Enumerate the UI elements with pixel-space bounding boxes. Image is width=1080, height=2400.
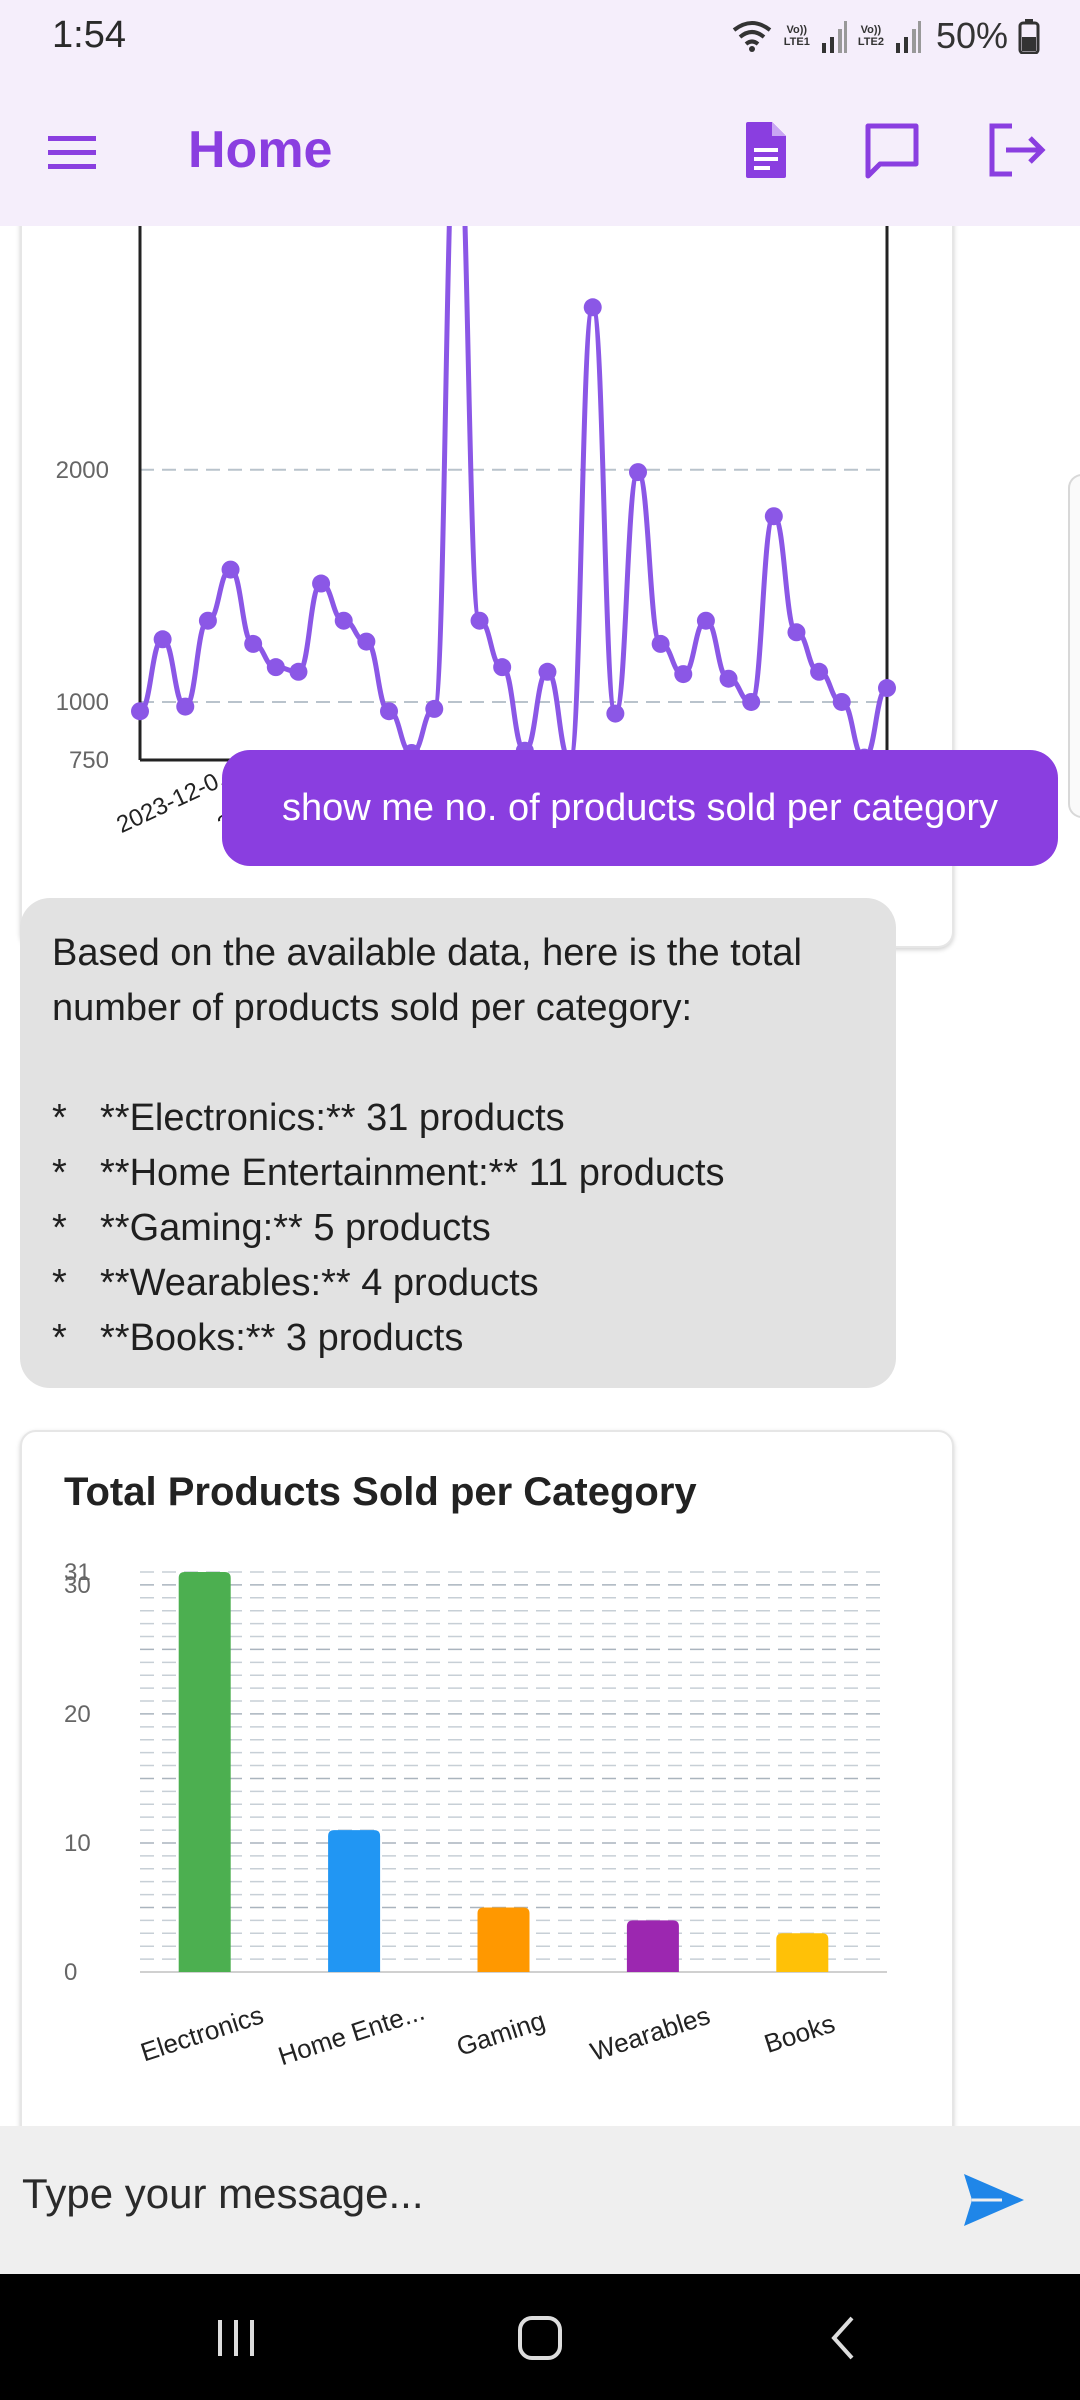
data-point [742,692,761,711]
data-point [538,662,557,681]
wifi-icon [732,21,772,52]
bullet-marker: * [52,1097,67,1139]
menu-icon[interactable] [44,124,100,180]
data-point [198,611,217,630]
battery-icon [1018,19,1040,54]
y-tick-label: 31 [64,1559,91,1586]
data-point [787,623,806,642]
user-message-bubble: show me no. of products sold per categor… [222,750,1058,866]
data-point [674,665,693,684]
bar [328,1830,381,1972]
y-tick-label: 10 [64,1830,91,1857]
data-point [131,702,149,721]
data-point [832,692,851,711]
bar [178,1572,231,1972]
data-point [606,704,625,723]
scroll-handle[interactable] [1068,474,1080,818]
bar-chart: 010203031Electronics Home Ente... Gaming We… [64,1559,887,2071]
x-tick-label: Books [761,2008,839,2059]
app-bar: Home [0,74,1080,226]
data-point [221,560,240,579]
status-icons: Vo)) LTE1 Vo)) LTE2 50% [730,15,1040,56]
list-item: * **Electronics:** 31 products [52,1091,872,1146]
data-point [719,669,738,688]
signal-1-icon [821,21,847,53]
data-point [244,634,263,653]
status-time: 1:54 [52,14,126,56]
data-point [629,463,647,482]
data-point [334,611,353,630]
bullet-marker: * [52,1152,67,1194]
status-bar: 1:54 Vo)) LTE1 Vo)) LTE2 50% [0,0,1080,74]
list-item-text: **Wearables:** 4 products [100,1262,539,1304]
send-icon[interactable] [962,2172,1026,2228]
bar [477,1907,530,1972]
bot-message-list: * **Electronics:** 31 products * **Home En… [52,1091,872,1366]
chat-content[interactable]: 750100020002023-12-0...2023-09-0...2023-… [0,226,1080,2126]
x-tick-label: Wearables [587,2000,714,2067]
data-point [266,658,285,677]
data-point [696,611,715,630]
page-title: Home [188,121,333,179]
data-point [176,697,195,716]
logout-icon[interactable] [984,118,1048,182]
battery-percent: 50% [935,15,1008,56]
back-icon[interactable] [814,2310,874,2366]
data-point [764,507,783,526]
data-point [357,632,376,651]
y-tick-label: 0 [64,1959,77,1986]
x-tick-label: Home Ente... [275,1996,429,2071]
list-item: * **Gaming:** 5 products [52,1201,872,1256]
data-point [810,662,829,681]
chart-title: Total Products Sold per Category [64,1470,697,1514]
data-point [289,662,308,681]
list-item-text: **Electronics:** 31 products [100,1097,565,1139]
bullet-marker: * [52,1262,67,1304]
series-line [138,226,889,763]
message-input-bar: Type your message... [0,2126,1080,2274]
bot-message-intro: Based on the available data, here is the… [52,932,802,1029]
document-icon[interactable] [734,118,798,182]
home-icon[interactable] [510,2310,570,2366]
y-tick-label: 750 [69,747,109,774]
x-tick-label: Gaming [453,2005,549,2062]
list-item-text: **Home Entertainment:** 11 products [100,1152,725,1194]
data-point [651,634,670,653]
list-item: * **Wearables:** 4 products [52,1256,872,1311]
sim1-label: Vo)) LTE1 [783,24,810,48]
data-point [493,658,512,677]
data-point [583,298,602,317]
chat-icon[interactable] [860,118,924,182]
y-tick-label: 1000 [56,689,109,716]
data-point [153,630,172,649]
bar-chart-card: Total Products Sold per Category 0 10 20 30… [20,1430,954,2126]
line-series [131,226,896,769]
list-item: * **Home Entertainment:** 11 products [52,1146,872,1201]
y-tick-label: 20 [64,1701,91,1728]
data-point [380,702,398,721]
data-point [878,679,896,698]
bullet-marker: * [52,1317,67,1359]
system-nav-bar [0,2274,1080,2400]
list-item-text: **Books:** 3 products [100,1317,464,1359]
y-tick-label: 2000 [56,457,109,484]
data-point [312,574,331,593]
x-tick-label: Electronics [137,2000,267,2068]
sim2-label: Vo)) LTE2 [857,24,884,48]
data-point [425,699,444,718]
data-point [470,611,489,630]
bar [626,1920,679,1972]
message-input[interactable]: Type your message... [22,2170,424,2218]
list-item: * **Books:** 3 products [52,1311,872,1366]
bot-message-bubble: Based on the available data, here is the… [20,898,896,1388]
signal-2-icon [895,21,921,53]
recent-apps-icon[interactable] [206,2310,266,2366]
bar [776,1933,829,1972]
bullet-marker: * [52,1207,67,1249]
list-item-text: **Gaming:** 5 products [100,1207,491,1249]
user-message-text: show me no. of products sold per categor… [281,786,999,829]
